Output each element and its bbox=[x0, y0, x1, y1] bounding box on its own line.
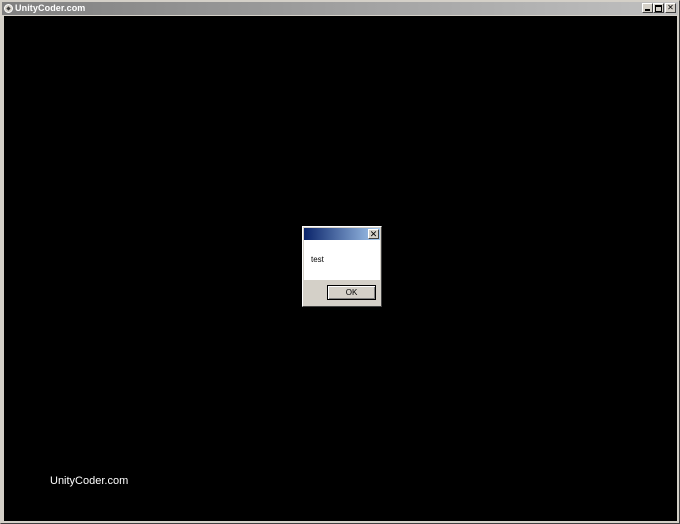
dialog-close-button[interactable]: ✕ bbox=[368, 229, 379, 239]
dialog-message: test bbox=[311, 255, 324, 264]
unity-icon[interactable] bbox=[4, 4, 13, 13]
close-icon: ✕ bbox=[667, 3, 674, 12]
window-title: UnityCoder.com bbox=[15, 3, 86, 13]
window-titlebar[interactable]: UnityCoder.com ✕ bbox=[2, 2, 678, 15]
minimize-button[interactable] bbox=[642, 3, 653, 13]
close-button[interactable]: ✕ bbox=[665, 3, 676, 13]
message-box-dialog: ✕ test OK bbox=[302, 226, 382, 307]
maximize-button[interactable] bbox=[653, 3, 664, 13]
dialog-content: test bbox=[304, 240, 380, 280]
close-icon: ✕ bbox=[369, 229, 378, 239]
ok-button[interactable]: OK bbox=[327, 285, 376, 300]
watermark-text: UnityCoder.com bbox=[50, 475, 129, 487]
dialog-titlebar[interactable]: ✕ bbox=[304, 228, 380, 240]
